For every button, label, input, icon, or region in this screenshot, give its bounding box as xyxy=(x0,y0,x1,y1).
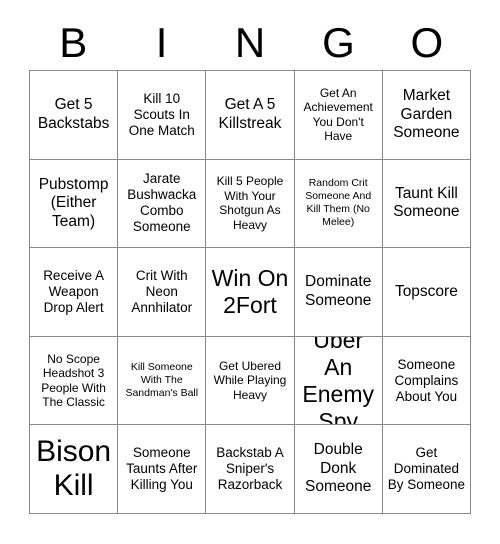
header-letter-o: O xyxy=(410,19,444,66)
bingo-cell-label: Get A 5 Killstreak xyxy=(218,96,282,132)
bingo-cell[interactable]: Dominate Someone xyxy=(294,248,383,337)
bingo-cell[interactable]: Crit With Neon Annhilator xyxy=(118,248,207,337)
bingo-cell[interactable]: Kill 10 Scouts In One Match xyxy=(118,71,207,160)
bingo-cell-label: Backstab A Sniper's Razorback xyxy=(216,445,284,493)
bingo-cell[interactable]: Get Dominated By Someone xyxy=(382,425,471,514)
bingo-cell-label: Random Crit Someone And Kill Them (No Me… xyxy=(305,177,372,229)
bingo-cell-label: Kill 10 Scouts In One Match xyxy=(128,90,195,138)
bingo-cell-label: Dominate Someone xyxy=(305,273,372,309)
bingo-cell[interactable]: Someone Complains About You xyxy=(382,336,471,426)
bingo-cell-label: Someone Taunts After Killing You xyxy=(126,445,198,493)
bingo-cell[interactable]: Random Crit Someone And Kill Them (No Me… xyxy=(294,159,383,249)
bingo-cell[interactable]: Win On 2Fort xyxy=(206,248,295,337)
bingo-header: B I N G O xyxy=(29,16,471,70)
bingo-cell[interactable]: Get A 5 Killstreak xyxy=(206,71,295,160)
bingo-cell-label: Get Ubered While Playing Heavy xyxy=(213,358,287,402)
bingo-cell-label: Uber An Enemy Spy xyxy=(302,336,374,426)
bingo-cell-label: Pubstomp (Either Team) xyxy=(38,175,109,230)
header-letter-i: I xyxy=(155,19,168,66)
bingo-cell[interactable]: Get An Achievement You Don't Have xyxy=(294,71,383,160)
bingo-cell-label: Bison Kill xyxy=(36,435,112,503)
bingo-cell-label: Double Donk Someone xyxy=(305,441,372,496)
bingo-cell-label: Win On 2Fort xyxy=(211,264,289,318)
bingo-cell[interactable]: Uber An Enemy Spy xyxy=(294,336,383,426)
bingo-cell-label: Someone Complains About You xyxy=(394,356,459,404)
bingo-cell-label: Kill Someone With The Sandman's Ball xyxy=(125,361,199,400)
bingo-cell-label: Topscore xyxy=(394,282,458,300)
bingo-cell-label: Receive A Weapon Drop Alert xyxy=(43,267,104,315)
bingo-cell-label: Crit With Neon Annhilator xyxy=(131,267,193,315)
bingo-card: B I N G O Get 5 Backstabs Kill 10 Scouts… xyxy=(0,0,500,544)
bingo-cell[interactable]: Jarate Bushwacka Combo Someone xyxy=(118,159,207,249)
bingo-cell[interactable]: Get Ubered While Playing Heavy xyxy=(206,336,295,426)
bingo-cell-label: Jarate Bushwacka Combo Someone xyxy=(127,171,197,235)
bingo-cell[interactable]: Market Garden Someone xyxy=(382,71,471,160)
bingo-cell[interactable]: Backstab A Sniper's Razorback xyxy=(206,425,295,514)
bingo-cell[interactable]: Topscore xyxy=(382,248,471,337)
bingo-cell-label: Kill 5 People With Your Shotgun As Heavy xyxy=(216,174,284,232)
bingo-cell-label: Get Dominated By Someone xyxy=(387,445,466,493)
header-letter-b: B xyxy=(59,19,88,66)
bingo-cell[interactable]: Kill Someone With The Sandman's Ball xyxy=(118,336,207,426)
bingo-cell-label: Taunt Kill Someone xyxy=(393,184,460,221)
bingo-cell[interactable]: Double Donk Someone xyxy=(294,425,383,514)
bingo-cell[interactable]: Taunt Kill Someone xyxy=(382,159,471,249)
bingo-cell-label: Get An Achievement You Don't Have xyxy=(303,85,373,144)
header-letter-g: G xyxy=(322,19,355,66)
bingo-cell[interactable]: Get 5 Backstabs xyxy=(30,71,119,160)
bingo-cell[interactable]: Kill 5 People With Your Shotgun As Heavy xyxy=(206,159,295,249)
bingo-cell[interactable]: No Scope Headshot 3 People With The Clas… xyxy=(30,336,119,426)
header-letter-n: N xyxy=(234,19,266,66)
bingo-cell-label: No Scope Headshot 3 People With The Clas… xyxy=(41,351,106,410)
bingo-cell[interactable]: Receive A Weapon Drop Alert xyxy=(30,248,119,337)
bingo-cell[interactable]: Bison Kill xyxy=(30,425,119,514)
bingo-cell-label: Market Garden Someone xyxy=(393,87,460,142)
bingo-grid: Get 5 Backstabs Kill 10 Scouts In One Ma… xyxy=(29,70,471,514)
bingo-cell[interactable]: Pubstomp (Either Team) xyxy=(30,159,119,249)
bingo-cell-label: Get 5 Backstabs xyxy=(37,96,110,132)
bingo-cell[interactable]: Someone Taunts After Killing You xyxy=(118,425,207,514)
